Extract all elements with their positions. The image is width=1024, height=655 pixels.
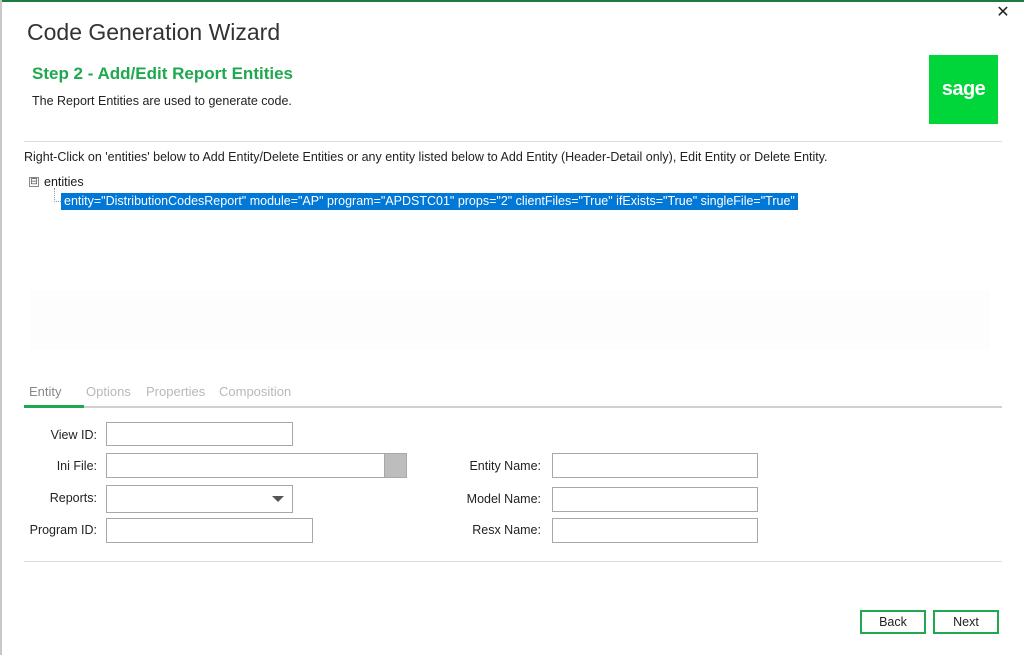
tab-bar: Entity Options Properties Composition xyxy=(24,382,1002,408)
model-name-field[interactable] xyxy=(552,487,758,512)
chevron-down-icon[interactable] xyxy=(272,496,284,502)
view-id-field[interactable] xyxy=(106,422,293,446)
tree-root-entities[interactable]: ⊟ entities xyxy=(29,175,84,189)
reports-label: Reports: xyxy=(49,491,97,505)
tab-composition[interactable]: Composition xyxy=(219,384,291,399)
step-description: The Report Entities are used to generate… xyxy=(32,94,292,108)
back-button[interactable]: Back xyxy=(860,610,926,634)
ini-file-field[interactable] xyxy=(106,453,385,478)
model-name-input[interactable] xyxy=(553,488,757,511)
entity-name-input[interactable] xyxy=(553,454,757,477)
step-title: Step 2 - Add/Edit Report Entities xyxy=(32,64,293,83)
reports-dropdown[interactable] xyxy=(106,485,293,513)
tree-connector-vertical xyxy=(54,188,56,202)
wizard-title: Code Generation Wizard xyxy=(27,19,281,45)
resx-name-input[interactable] xyxy=(553,519,757,542)
entity-name-label: Entity Name: xyxy=(469,459,541,473)
window-top-border xyxy=(0,0,1024,2)
view-id-label: View ID: xyxy=(50,428,97,442)
program-id-input[interactable] xyxy=(107,519,312,542)
logo-text: sage xyxy=(941,78,986,100)
next-button[interactable]: Next xyxy=(933,610,999,634)
tree-item-entity[interactable]: entity="DistributionCodesReport" module=… xyxy=(61,193,798,210)
header-divider xyxy=(24,141,1002,142)
tree-connector-horizontal xyxy=(54,201,61,203)
tab-options[interactable]: Options xyxy=(86,384,131,399)
footer-divider xyxy=(24,561,1002,562)
program-id-label: Program ID: xyxy=(29,523,97,537)
tree-area-background xyxy=(30,290,990,350)
tab-active-indicator xyxy=(24,405,84,408)
tab-entity[interactable]: Entity xyxy=(29,384,62,399)
resx-name-field[interactable] xyxy=(552,518,758,543)
sage-logo: sage xyxy=(929,55,998,124)
collapse-icon[interactable]: ⊟ xyxy=(29,177,39,187)
view-id-input[interactable] xyxy=(107,423,292,445)
tree-root-label: entities xyxy=(44,175,84,189)
window-left-border xyxy=(0,0,2,655)
close-button[interactable]: ✕ xyxy=(992,3,1014,23)
ini-file-browse-button[interactable] xyxy=(384,453,407,478)
entity-name-field[interactable] xyxy=(552,453,758,478)
tab-properties[interactable]: Properties xyxy=(146,384,205,399)
tab-underline xyxy=(84,406,1002,408)
ini-file-label: Ini File: xyxy=(56,459,97,473)
ini-file-input[interactable] xyxy=(107,454,384,477)
model-name-label: Model Name: xyxy=(466,492,541,506)
program-id-field[interactable] xyxy=(106,518,313,543)
instruction-text: Right-Click on 'entities' below to Add E… xyxy=(24,150,828,164)
resx-name-label: Resx Name: xyxy=(472,523,541,537)
